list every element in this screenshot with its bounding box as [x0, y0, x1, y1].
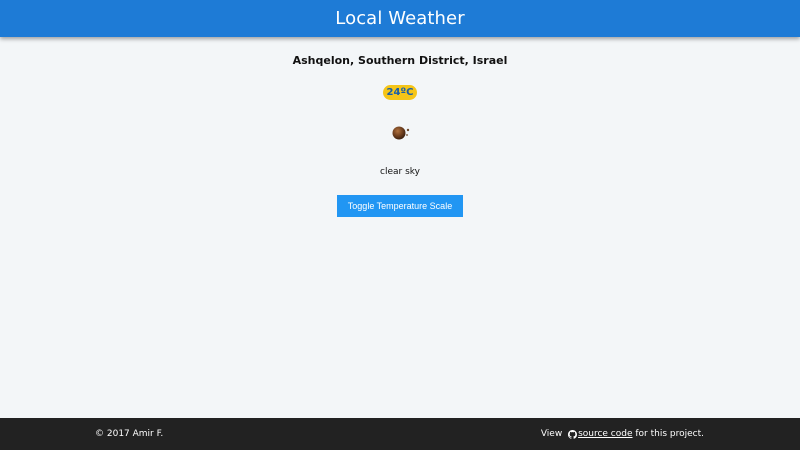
toggle-temperature-scale-button[interactable]: Toggle Temperature Scale: [337, 195, 463, 217]
view-suffix-text: for this project.: [632, 429, 704, 439]
temperature-badge: 24ºC: [383, 85, 417, 100]
header-bar: Local Weather: [0, 0, 800, 37]
weather-condition: clear sky: [380, 167, 420, 177]
source-credit: View source code for this project.: [541, 429, 704, 439]
view-prefix-text: View: [540, 429, 566, 439]
location-label: Ashqelon, Southern District, Israel: [292, 54, 508, 67]
github-icon: [568, 429, 578, 439]
footer: © 2017 Amir F. View source code for this…: [0, 418, 800, 450]
page: Local Weather Ashqelon, Southern Distric…: [0, 0, 800, 450]
weather-panel: Ashqelon, Southern District, Israel 24ºC…: [0, 37, 800, 418]
clear-sky-night-moon-icon: [392, 126, 410, 140]
app-title: Local Weather: [335, 8, 465, 29]
copyright-text: © 2017 Amir F.: [95, 429, 164, 439]
source-code-link[interactable]: source code: [578, 429, 632, 439]
